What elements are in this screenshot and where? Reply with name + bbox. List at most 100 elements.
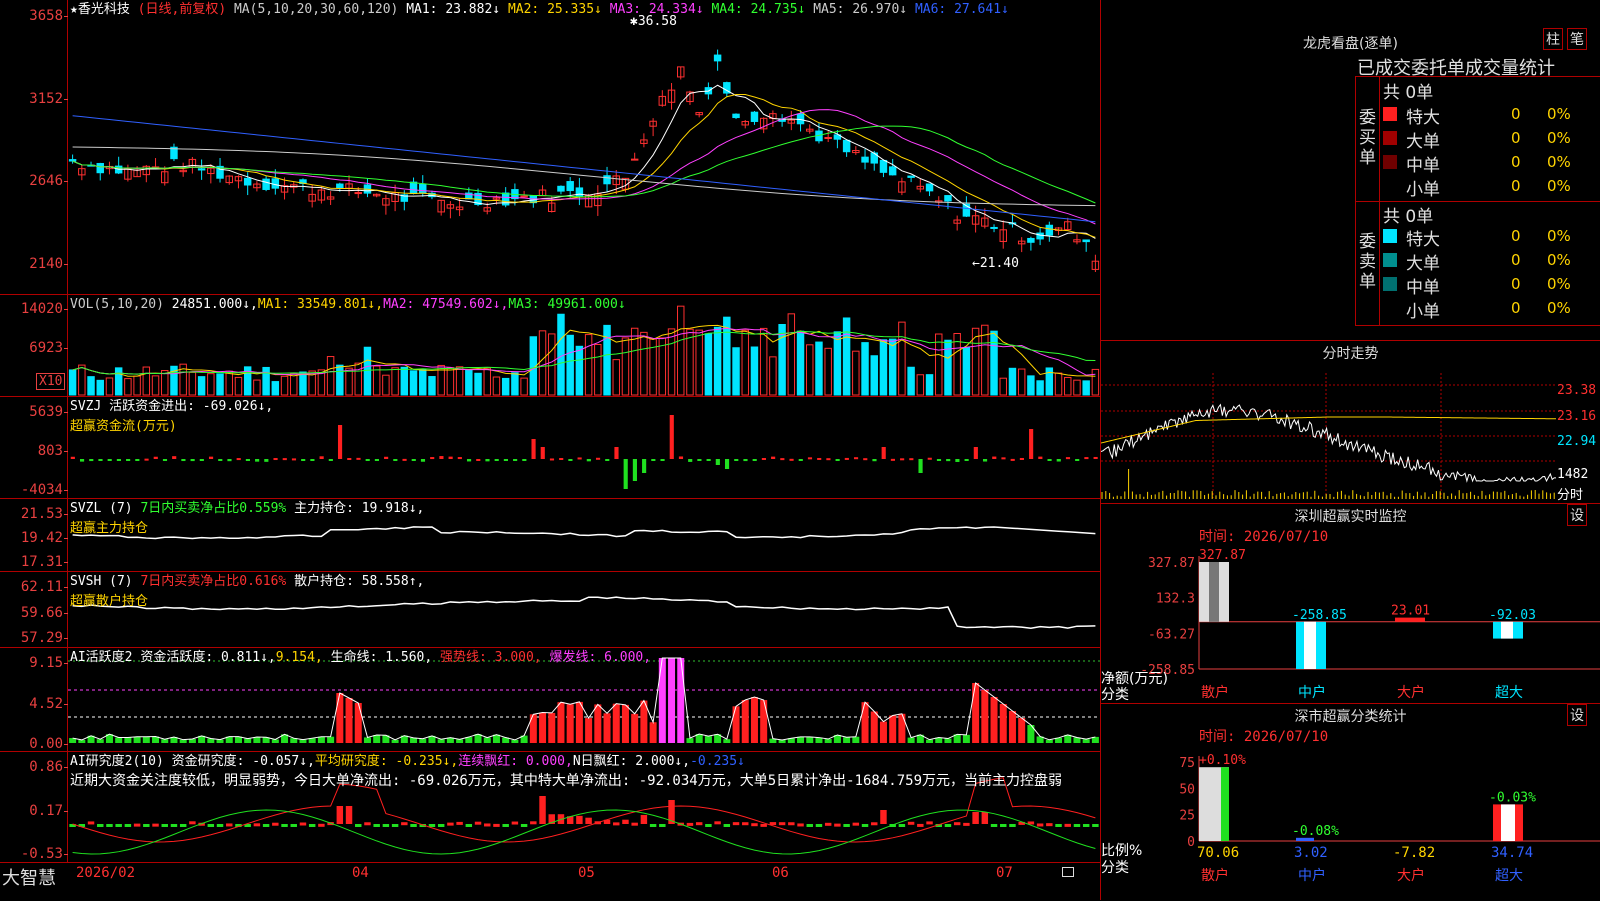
research-bar [262,824,270,827]
research-bar [622,819,629,824]
research-bar [1064,823,1071,827]
ma-line [72,125,1096,204]
activity-bar [861,702,869,743]
activity-bar [668,658,676,743]
research-bar [364,822,371,826]
flow-bar [476,458,481,461]
ratio-bar-inflow [1221,767,1229,841]
flow-bar [218,459,223,461]
activity-bar [161,739,169,743]
volume-bar [419,369,427,396]
buy-row-pct: 0% [1547,129,1571,147]
flow-bar [172,456,177,459]
research-bar [695,822,703,826]
bar-mode-button[interactable]: 柱 [1543,28,1563,50]
kline-panel[interactable]: 3658 3152 2646 2140 ★香光科技 (日线,前复权) MA(5,… [0,0,1100,295]
flow-bar [282,458,287,461]
volume-bar [400,366,409,396]
research-bar [520,824,528,827]
ma-line [72,93,1096,238]
svzj-subtitle: 超赢资金流(万元) [70,419,177,434]
activity-bar [806,736,814,743]
candle-body [1036,232,1044,240]
activity-bar [529,714,537,743]
volume-bar [234,376,243,396]
svzj-header: SVZJ 活跃资金进出: -69.026↓, [70,399,273,414]
ai-research-axis: 0.86 0.17 -0.53 [0,752,69,862]
volume-bar [796,330,805,396]
monitor-category: 超大 [1495,685,1523,701]
flow-bar [909,458,914,461]
volume-bar [787,313,796,396]
activity-bar [456,739,464,743]
ai-research-tick: -0.53 [20,846,69,862]
volume-panel[interactable]: 14020 6923 X10 VOL(5,10,20) 24851.000↓,M… [0,295,1100,397]
ratio-chart[interactable]: 75 50 25 0 +0.10% 70.06 散户 -0.08% 3.02 中户 -7.82 大户 -… [1101,704,1600,901]
lock-icon[interactable] [1062,867,1074,877]
volume-bar [253,379,261,396]
activity-bar [750,697,758,743]
candlestick-chart[interactable] [68,0,1100,294]
activity-bar [870,711,878,743]
volume-bar [511,372,519,396]
svzl-panel[interactable]: 21.53 19.42 17.31 SVZL (7) 7日内买卖净占比0.559… [0,499,1100,572]
volume-bar [667,328,676,396]
flow-bar [328,459,333,461]
research-bar [659,824,666,827]
sell-row-count: 0 [1511,275,1521,293]
ai-activity-panel[interactable]: 9.15 4.52 0.00 AI活跃度2 资金活跃度: 0.811↓,9.15… [0,648,1100,752]
buy-row-count: 0 [1511,129,1521,147]
intraday-chart[interactable] [1101,363,1600,503]
svzj-panel[interactable]: 5639 803 -4034 SVZJ 活跃资金进出: -69.026↓, 超赢… [0,397,1100,499]
buy-row-count: 0 [1511,153,1521,171]
research-bar [143,824,150,827]
candle-body [262,178,270,190]
svzl-tick: 21.53 [20,506,69,522]
activity-bar [133,736,141,743]
intraday-panel[interactable]: 分时走势 23.38 23.16 22.94 1482 分时 [1100,340,1600,503]
flow-bar [752,459,757,461]
activity-bar [732,706,740,743]
net-amount-bar-shade [1501,621,1513,639]
research-bar [861,824,869,827]
net-amount-chart[interactable]: 327.87132.3-63.27-258.85327.87散户-258.85中… [1101,504,1600,704]
activity-bar [612,703,620,743]
research-bar [843,824,850,827]
activity-bar [631,713,639,743]
activity-bar [575,701,583,743]
flow-bar [291,458,297,461]
monitor-panel[interactable]: 深圳超赢实时监控 设 时间: 2026/07/10 327.87 132.3 -63… [1100,503,1600,703]
flow-bar [872,459,877,462]
candle-body [566,181,574,192]
research-bar [871,822,878,826]
research-bar [686,822,694,826]
sell-row-name: 中单 [1406,278,1440,298]
stock-star-icon: ★ [70,2,78,17]
ai-activity-axis: 9.15 4.52 0.00 [0,648,68,751]
ai-research-panel[interactable]: 0.86 0.17 -0.53 AI研究度2(10) 资金研究度: -0.057… [0,752,1100,862]
flow-bar [595,457,601,460]
svsh-panel[interactable]: 62.11 59.66 57.29 SVSH (7) 7日内买卖净占比0.616… [0,572,1100,648]
buy-row-pct: 0% [1547,105,1571,123]
volume-bar [188,371,197,396]
research-bar [207,824,215,827]
ai-activity-tick: 0.00 [29,736,68,752]
candle-body [1027,237,1035,243]
flow-bar [79,459,85,462]
research-bar [373,824,380,827]
activity-bar [621,704,629,743]
flow-bar [1056,459,1061,462]
volume-bar [953,333,961,396]
flow-bar [466,459,472,462]
candle-body [879,159,888,173]
research-bar [456,821,463,825]
classify-panel[interactable]: 深市超赢分类统计 设 时间: 2026/07/10 75 50 25 0 +0.10% 7… [1100,703,1600,900]
flow-bar [485,459,490,462]
pen-mode-button[interactable]: 笔 [1567,28,1587,50]
research-bar [990,824,998,827]
ratio-label: +0.10% [1199,753,1246,768]
flow-bar [457,457,462,460]
flow-bar [365,459,370,461]
flow-bar [807,457,813,460]
svzl-ratio: 7日内买卖净占比0.559% [140,501,287,516]
